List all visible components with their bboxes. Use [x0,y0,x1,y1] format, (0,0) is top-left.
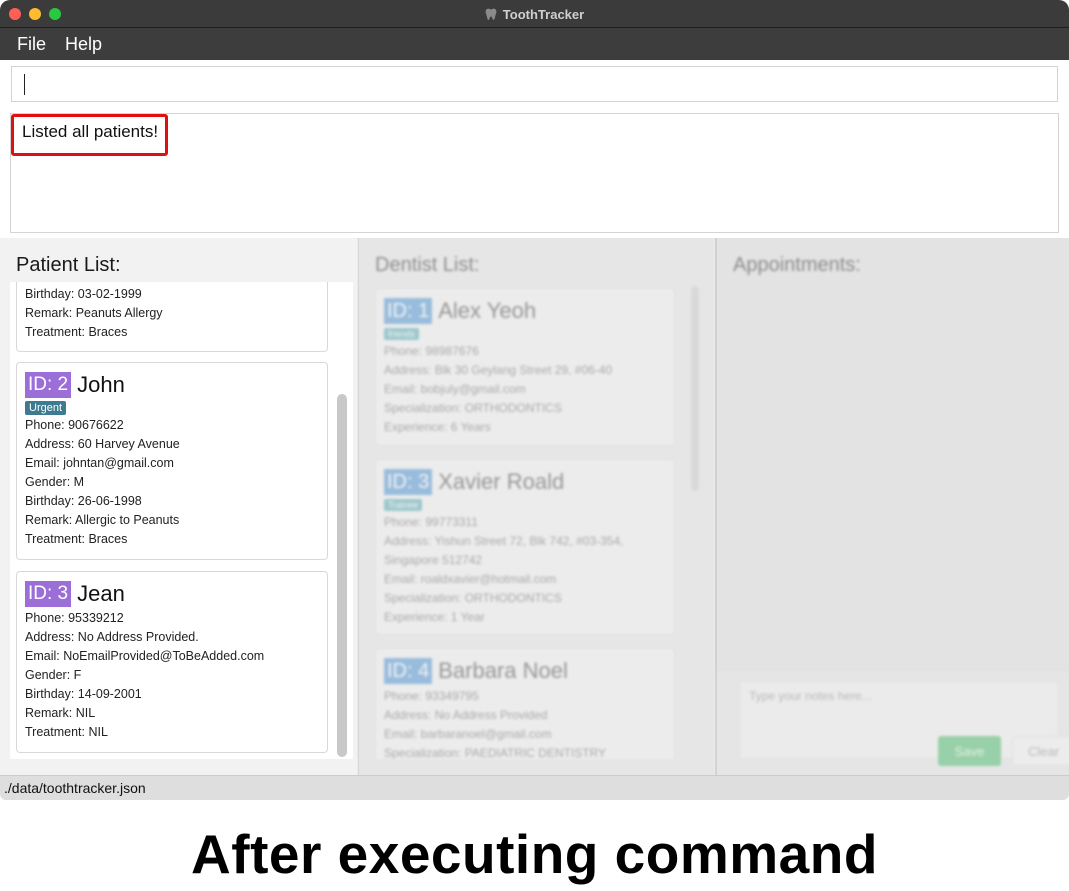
patient-treatment: Treatment: Braces [25,325,128,339]
dentist-address-line-2: Singapore 512742 [384,553,483,567]
dentist-experience: Experience: 1 Year [384,610,485,624]
menu-bar: File Help [0,28,1069,60]
dentist-card[interactable]: ID: 3 Xavier Roald Trainee Phone: 997733… [375,459,675,635]
patient-remark: Remark: NIL [25,706,96,720]
dentist-email: Email: barbaranoel@gmail.com [384,727,552,741]
dentist-phone: Phone: 93349795 [384,689,479,703]
result-message: Listed all patients! [22,122,159,141]
text-caret [24,74,25,95]
caption-text: After executing command [191,823,878,885]
patient-birthday: Birthday: 14-09-2001 [25,687,142,701]
dentist-id-badge: ID: 4 [384,658,433,684]
dentist-id-badge: ID: 3 [384,469,433,495]
dentist-address: Address: Yishun Street 72, Blk 742, #03-… [384,534,624,548]
patient-list-title: Patient List: [16,254,121,276]
patient-birthday: Birthday: 03-02-1999 [25,287,142,301]
patient-name: John [77,372,125,397]
dentist-card[interactable]: ID: 1 Alex Yeoh friends Phone: 98987676 … [375,288,675,446]
notes-placeholder: Type your notes here... [749,689,872,703]
app-window: ToothTracker File Help Listed all patien… [0,0,1069,800]
patient-phone: Phone: 95339212 [25,611,124,625]
title-bar: ToothTracker [0,0,1069,28]
dentist-name: Xavier Roald [438,469,565,494]
dentist-email: Email: bobjuly@gmail.com [384,382,526,396]
dentist-specialization: Specialization: PAEDIATRIC DENTISTRY [384,746,607,759]
result-display: Listed all patients! [10,113,1059,233]
patient-remark: Remark: Peanuts Allergy [25,306,163,320]
patient-address: Address: No Address Provided. [25,630,199,644]
patient-card-partial[interactable]: Birthday: 03-02-1999 Remark: Peanuts All… [16,282,328,352]
patient-list[interactable]: Birthday: 03-02-1999 Remark: Peanuts All… [10,282,353,759]
patient-list-scrollbar[interactable] [337,286,347,757]
dentist-list-panel: Dentist List: ID: 1 Alex Yeoh friends Ph… [358,238,714,775]
lists-area: Patient List: Birthday: 03-02-1999 Remar… [0,238,1069,775]
dentist-experience: Experience: 6 Years [384,420,491,434]
patient-address: Address: 60 Harvey Avenue [25,437,180,451]
dentist-card[interactable]: ID: 4 Barbara Noel Phone: 93349795 Addre… [375,648,675,759]
dentist-tag: Trainee [384,499,423,511]
status-bar: ./data/toothtracker.json [0,775,1069,800]
scrollbar-thumb[interactable] [337,394,347,757]
dentist-address: Address: Blk 30 Geylang Street 29, #06-4… [384,363,613,377]
dentist-email: Email: roaldxavier@hotmail.com [384,572,557,586]
command-input[interactable] [11,66,1058,102]
dentist-specialization: Specialization: ORTHODONTICS [384,401,562,415]
dentist-phone: Phone: 99773311 [384,515,478,529]
patient-email: Email: NoEmailProvided@ToBeAdded.com [25,649,265,663]
dentist-list-title: Dentist List: [375,254,480,276]
appointments-title: Appointments: [733,254,861,276]
dentist-address: Address: No Address Provided [384,708,548,722]
patient-id-badge: ID: 2 [25,372,72,398]
save-button[interactable]: Save [938,736,1001,766]
menu-help[interactable]: Help [65,34,102,55]
patient-birthday: Birthday: 26-06-1998 [25,494,142,508]
dentist-list[interactable]: ID: 1 Alex Yeoh friends Phone: 98987676 … [369,282,705,759]
patient-treatment: Treatment: NIL [25,725,108,739]
menu-file[interactable]: File [17,34,46,55]
data-file-path: ./data/toothtracker.json [4,780,146,796]
patient-card[interactable]: ID: 2 John Urgent Phone: 90676622 Addres… [16,362,328,560]
urgent-tag: Urgent [25,401,67,415]
notes-section: Type your notes here... Save Clear [717,670,1069,775]
patient-list-panel: Patient List: Birthday: 03-02-1999 Remar… [0,238,357,775]
dentist-id-badge: ID: 1 [384,298,433,324]
dentist-name: Alex Yeoh [438,298,537,323]
patient-email: Email: johntan@gmail.com [25,456,174,470]
clear-button[interactable]: Clear [1012,736,1069,766]
patient-gender: Gender: M [25,475,85,489]
dentist-tag: friends [384,328,420,340]
patient-name: Jean [77,581,125,606]
patient-gender: Gender: F [25,668,82,682]
dentist-phone: Phone: 98987676 [384,344,479,358]
patient-remark: Remark: Allergic to Peanuts [25,513,180,527]
dentist-name: Barbara Noel [438,658,568,683]
tooth-icon [485,8,497,20]
dentist-specialization: Specialization: ORTHODONTICS [384,591,562,605]
notes-textarea[interactable]: Type your notes here... Save Clear [739,681,1069,766]
patient-card[interactable]: ID: 3 Jean Phone: 95339212 Address: No A… [16,571,328,753]
patient-treatment: Treatment: Braces [25,532,128,546]
appointments-panel: Appointments: Type your notes here... Sa… [715,238,1069,775]
dentist-list-scrollbar[interactable] [691,286,699,491]
patient-phone: Phone: 90676622 [25,418,124,432]
window-title: ToothTracker [502,6,585,22]
patient-id-badge: ID: 3 [25,581,72,607]
